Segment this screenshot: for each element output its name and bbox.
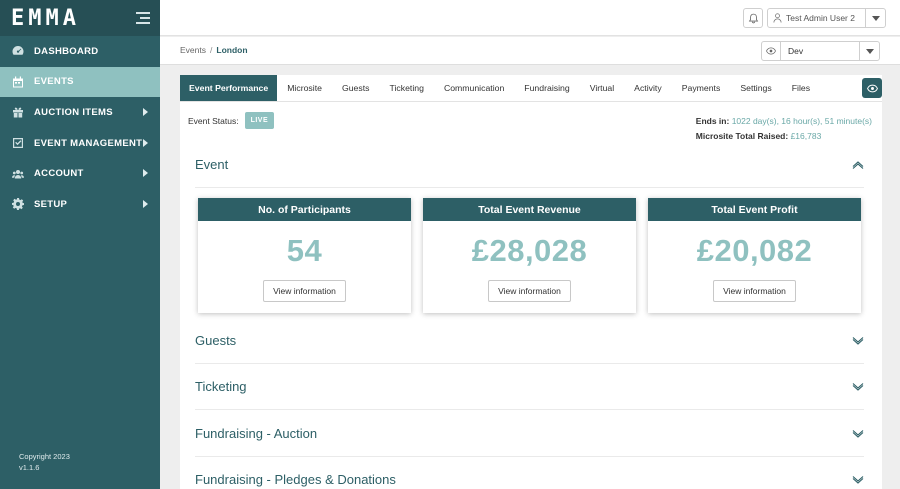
dashboard-gauge-icon (11, 45, 24, 57)
caret-right-icon (143, 108, 148, 117)
notifications-button[interactable] (743, 8, 763, 28)
tab-files[interactable]: Files (782, 75, 820, 101)
sidebar-item-event-management[interactable]: EVENT MANAGEMENT (0, 128, 160, 159)
section-ticketing-header[interactable]: Ticketing (195, 364, 864, 410)
event-status: Event Status: LIVE (188, 112, 275, 129)
tab-settings[interactable]: Settings (730, 75, 781, 101)
menu-toggle-icon[interactable] (136, 12, 150, 24)
checkbox-icon (11, 137, 24, 149)
environment-dropdown-toggle[interactable] (859, 42, 879, 60)
card-title: No. of Participants (198, 198, 411, 221)
event-timing-info: Ends in: 1022 day(s), 16 hour(s), 51 min… (696, 114, 872, 144)
tab-activity[interactable]: Activity (624, 75, 672, 101)
tab-guests[interactable]: Guests (332, 75, 380, 101)
ends-in-label: Ends in: (695, 116, 730, 126)
card-value: £20,082 (696, 233, 813, 268)
event-summary-cards: No. of Participants 54 View information … (198, 198, 861, 313)
card-value: £28,028 (471, 233, 588, 268)
sidebar-item-label: SETUP (34, 198, 68, 210)
breadcrumb-link-events[interactable]: Events (180, 45, 206, 55)
sidebar-item-dashboard[interactable]: DASHBOARD (0, 36, 160, 67)
tab-microsite[interactable]: Microsite (277, 75, 332, 101)
breadcrumb-current: London (216, 45, 248, 55)
sidebar-item-events[interactable]: EVENTS (0, 66, 160, 98)
view-information-button[interactable]: View information (488, 280, 571, 302)
sidebar-item-account[interactable]: ACCOUNT (0, 158, 160, 189)
app-logo: EMMA (11, 5, 80, 31)
section-guests-header[interactable]: Guests (195, 318, 864, 364)
sidebar-footer: Copyright 2023 v1.1.6 (19, 451, 70, 473)
chevron-down-icon (852, 471, 864, 489)
bell-icon (748, 13, 758, 23)
tab-communication[interactable]: Communication (434, 75, 514, 101)
section-event-header[interactable]: Event (195, 142, 864, 188)
section-auction-header[interactable]: Fundraising - Auction (195, 411, 864, 457)
sidebar-item-label: DASHBOARD (34, 45, 99, 57)
view-information-button[interactable]: View information (713, 280, 796, 302)
tab-fundraising[interactable]: Fundraising (514, 75, 579, 101)
breadcrumb: Events / London (180, 45, 248, 55)
chevron-down-icon (871, 15, 880, 21)
breadcrumb-separator: / (210, 45, 213, 55)
status-badge: LIVE (244, 112, 275, 129)
profit-card: Total Event Profit £20,082 View informat… (648, 198, 861, 313)
tab-event-performance[interactable]: Event Performance (180, 75, 278, 101)
section-pledges-header[interactable]: Fundraising - Pledges & Donations (195, 457, 864, 489)
eye-icon (762, 42, 781, 60)
view-information-button[interactable]: View information (263, 280, 346, 302)
gift-icon (11, 106, 24, 118)
top-bar: Test Admin User 2 (160, 0, 900, 36)
microsite-raised-value: £16,783 (790, 131, 822, 141)
user-dropdown-toggle[interactable] (865, 9, 885, 27)
section-title: Event (195, 157, 229, 172)
caret-right-icon (143, 169, 148, 178)
caret-right-icon (143, 199, 148, 208)
breadcrumb-bar: Events / London Dev (160, 37, 900, 65)
microsite-raised-label: Microsite Total Raised: (695, 131, 789, 141)
tab-payments[interactable]: Payments (672, 75, 731, 101)
card-value: 54 (286, 233, 323, 268)
sidebar-item-label: ACCOUNT (34, 168, 84, 180)
card-title: Total Event Revenue (423, 198, 636, 221)
participants-card: No. of Participants 54 View information (198, 198, 411, 313)
environment-select[interactable]: Dev (761, 41, 880, 61)
section-title: Guests (195, 333, 237, 348)
tab-ticketing[interactable]: Ticketing (379, 75, 433, 101)
sidebar-header: EMMA (0, 0, 160, 36)
chevron-down-icon (865, 48, 874, 54)
event-status-label: Event Status: (188, 115, 239, 126)
version-text: v1.1.6 (19, 463, 40, 472)
sidebar-item-label: EVENTS (34, 76, 74, 88)
calendar-icon (11, 76, 24, 88)
chevron-up-icon (852, 156, 864, 174)
tab-virtual[interactable]: Virtual (580, 75, 624, 101)
users-icon (11, 168, 24, 180)
sidebar-item-label: EVENT MANAGEMENT (34, 137, 143, 149)
user-menu-dropdown[interactable]: Test Admin User 2 (767, 8, 886, 28)
section-title: Fundraising - Pledges & Donations (195, 472, 396, 487)
chevron-down-icon (852, 332, 864, 350)
card-title: Total Event Profit (648, 198, 861, 221)
caret-right-icon (143, 138, 148, 147)
section-title: Ticketing (195, 379, 247, 394)
eye-icon (866, 84, 878, 92)
copyright-text: Copyright 2023 (19, 452, 70, 461)
user-name: Test Admin User 2 (786, 13, 855, 23)
chevron-down-icon (852, 378, 864, 396)
ends-in-value: 1022 day(s), 16 hour(s), 51 minute(s) (731, 116, 872, 126)
environment-value: Dev (788, 46, 804, 56)
sidebar-item-setup[interactable]: SETUP (0, 189, 160, 220)
chevron-down-icon (852, 425, 864, 443)
section-title: Fundraising - Auction (195, 426, 318, 441)
sidebar: EMMA DASHBOARD EVENTS AUCTION ITEMS EVEN… (0, 0, 160, 489)
sidebar-item-label: AUCTION ITEMS (34, 106, 113, 118)
user-icon (768, 13, 786, 23)
preview-button[interactable] (862, 78, 882, 98)
event-panel: Event Performance Microsite Guests Ticke… (180, 75, 882, 489)
gear-icon (11, 198, 24, 211)
event-tabs: Event Performance Microsite Guests Ticke… (180, 75, 882, 102)
revenue-card: Total Event Revenue £28,028 View informa… (423, 198, 636, 313)
sidebar-item-auction-items[interactable]: AUCTION ITEMS (0, 97, 160, 128)
